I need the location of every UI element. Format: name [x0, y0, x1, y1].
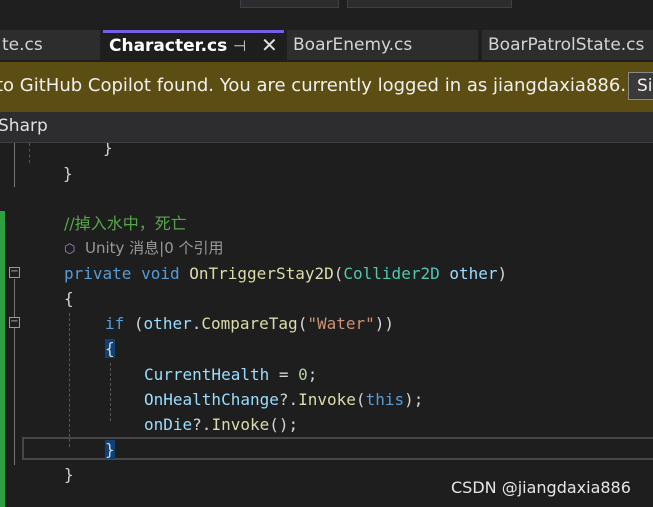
code-line: } [103, 143, 113, 160]
closing-brace: } [63, 164, 73, 183]
tab-label: te.cs [2, 35, 43, 55]
close-icon[interactable]: ✕ [261, 33, 278, 58]
change-marker [0, 211, 5, 507]
code-line: { [64, 286, 74, 311]
tab-partial[interactable]: te.cs [0, 30, 100, 60]
code-line: } [64, 462, 74, 487]
method-name: CompareTag [201, 314, 298, 333]
punctuation: ( [133, 314, 144, 333]
top-strip [0, 0, 653, 30]
indent-guide [29, 143, 30, 163]
codelens-line[interactable]: ⬡ Unity 消息|0 个引用 [64, 235, 224, 260]
operator: ?. [192, 415, 212, 434]
punctuation: . [191, 314, 202, 333]
keyword: if [105, 314, 125, 333]
keyword: void [141, 264, 180, 283]
punctuation: ) [497, 264, 508, 283]
code-line: OnHealthChange?.Invoke(this); [144, 387, 423, 412]
current-line-highlight [22, 437, 653, 460]
code-line: CurrentHealth = 0; [144, 362, 317, 387]
punctuation: ( [333, 264, 344, 283]
code-line: } [63, 161, 73, 186]
code-line: private void OnTriggerStay2D(Collider2D … [64, 261, 507, 286]
collapse-icon[interactable]: − [9, 267, 20, 278]
matched-brace: } [105, 440, 115, 459]
collapse-icon[interactable]: − [9, 317, 20, 328]
unity-cube-icon: ⬡ [64, 242, 76, 257]
toolbar-dropdown[interactable] [240, 0, 339, 8]
punctuation: )) [374, 314, 395, 333]
method-name: Invoke [298, 390, 356, 409]
fold-outline [14, 143, 15, 187]
code-line: } [105, 437, 115, 462]
tab-label: Character.cs [109, 36, 228, 56]
variable: onDie [144, 415, 193, 434]
keyword: private [64, 264, 132, 283]
closing-brace: } [64, 465, 74, 484]
method-name: Invoke [211, 415, 270, 434]
fold-outline [14, 329, 15, 451]
code-line: //掉入水中，死亡 [64, 211, 187, 236]
indent-guide [110, 363, 111, 421]
code-line: if (other.CompareTag("Water")) [105, 311, 394, 336]
opening-brace: { [64, 289, 74, 308]
number-literal: 0 [298, 365, 308, 384]
punctuation: ); [404, 390, 424, 409]
punctuation: ; [307, 365, 318, 384]
operator: = [269, 365, 299, 384]
project-dropdown[interactable]: Sharp [0, 116, 48, 136]
tab-label: BoarEnemy.cs [293, 35, 413, 55]
keyword: this [365, 390, 405, 409]
method-name: OnTriggerStay2D [189, 264, 334, 283]
tab-character-cs[interactable]: Character.cs ⊣ ✕ [103, 30, 284, 60]
watermark: CSDN @jiangdaxia886 [451, 478, 631, 497]
operator: ?. [278, 390, 299, 409]
tab-label: BoarPatrolState.cs [488, 35, 645, 55]
punctuation: ( [297, 314, 308, 333]
punctuation: ( [355, 390, 366, 409]
tab-boarenemy-cs[interactable]: BoarEnemy.cs [287, 30, 478, 60]
sign-in-button[interactable]: Si [628, 72, 653, 100]
code-editor[interactable]: − − } } //掉入水中，死亡 ⬡ Unity 消息|0 个引用 priva… [0, 143, 653, 507]
parameter: other [449, 264, 498, 283]
navigation-bar: Sharp [0, 112, 653, 143]
code-line: onDie?.Invoke(); [144, 412, 298, 437]
indent-guide [69, 313, 70, 447]
variable: CurrentHealth [144, 365, 270, 384]
toolbar-dropdown[interactable] [347, 0, 512, 8]
copilot-info-bar: to GitHub Copilot found. You are current… [0, 62, 653, 112]
code-line: { [105, 336, 115, 361]
document-tab-bar: te.cs Character.cs ⊣ ✕ BoarEnemy.cs Boar… [0, 30, 653, 60]
code-comment: //掉入水中，死亡 [64, 214, 187, 233]
info-message: to GitHub Copilot found. You are current… [0, 75, 627, 96]
variable: OnHealthChange [144, 390, 279, 409]
matched-brace: { [105, 339, 115, 358]
tab-boarpatrolstate-cs[interactable]: BoarPatrolState.cs [482, 30, 653, 60]
punctuation: (); [269, 415, 299, 434]
codelens-text[interactable]: Unity 消息|0 个引用 [85, 239, 224, 257]
string-literal: "Water" [307, 314, 375, 333]
variable: other [143, 314, 192, 333]
type-name: Collider2D [343, 264, 440, 283]
closing-brace: } [103, 143, 113, 157]
pin-icon[interactable]: ⊣ [233, 33, 246, 59]
